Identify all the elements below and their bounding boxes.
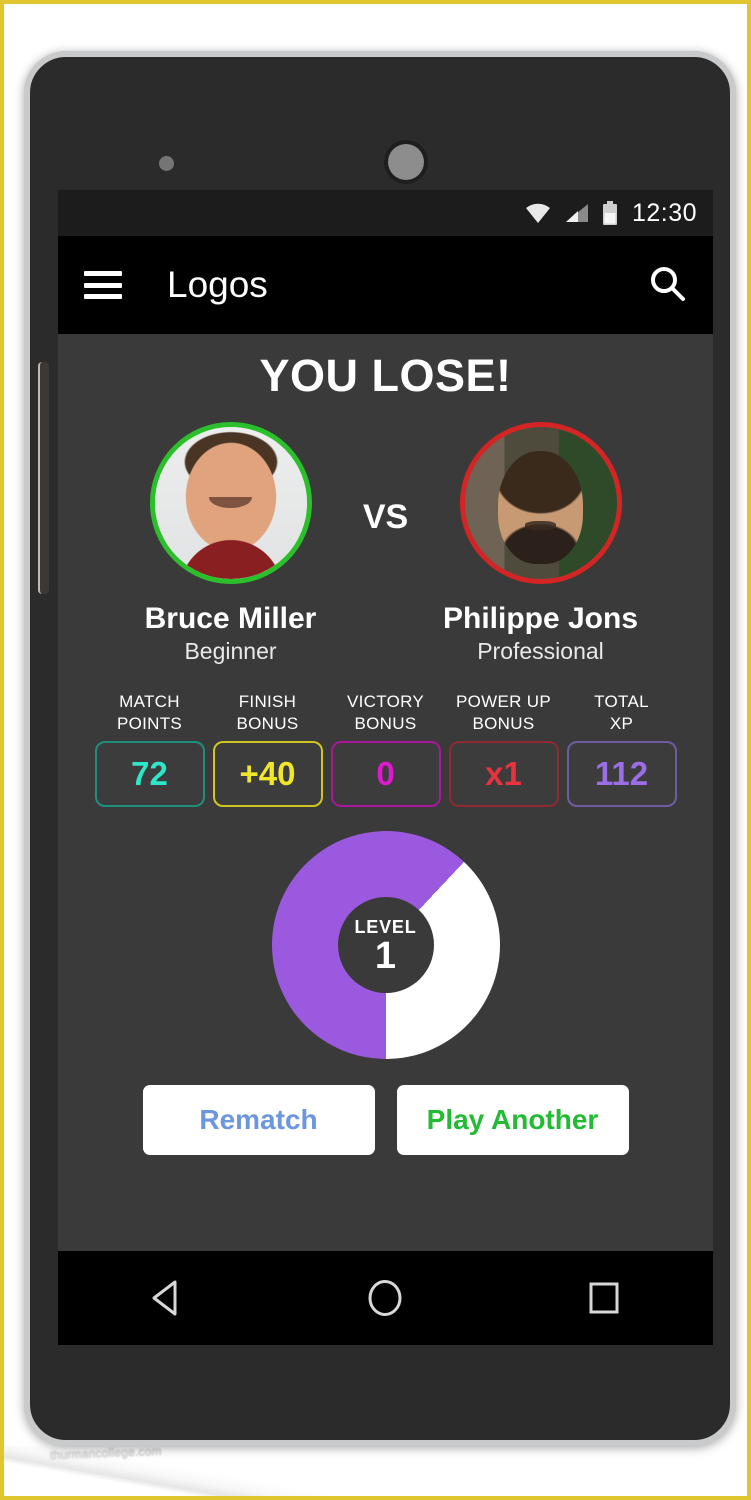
stat-value-box: 112 [566, 741, 677, 807]
level-value: 1 [374, 934, 397, 977]
page-root: thurmancollege.com 12:30 Logos YOU LOSE!… [0, 0, 751, 1500]
decorative-swoosh [4, 1446, 384, 1496]
avatar[interactable] [459, 422, 622, 584]
stat-victory-bonus: VICTORY BONUS 0 [330, 691, 441, 807]
stat-finish-bonus: FINISH BONUS +40 [212, 691, 323, 807]
play-another-button[interactable]: Play Another [396, 1085, 629, 1155]
player-rank: Beginner [184, 638, 277, 664]
player-rank: Professional [477, 638, 604, 664]
stat-total-xp: TOTAL XP 112 [566, 691, 677, 807]
player-card-left: Bruce Miller Beginner [106, 422, 356, 665]
wifi-icon [524, 202, 552, 224]
phone-screen: 12:30 Logos YOU LOSE! Bruce Miller Begin… [58, 190, 713, 1345]
home-icon[interactable] [325, 1276, 445, 1320]
status-bar: 12:30 [58, 190, 713, 236]
player-photo [154, 427, 307, 579]
stat-match-points: MATCH POINTS 72 [94, 691, 205, 807]
proximity-sensor-icon [159, 156, 174, 171]
stat-power-up-bonus: POWER UP BONUS x1 [448, 691, 559, 807]
battery-icon [602, 201, 618, 225]
stat-label: FINISH BONUS [236, 692, 299, 733]
stat-value-box: 72 [94, 741, 205, 807]
players-versus-row: Bruce Miller Beginner VS Philippe Jons P… [58, 422, 713, 665]
phone-device-frame: 12:30 Logos YOU LOSE! Bruce Miller Begin… [24, 51, 736, 1446]
player-name: Bruce Miller [144, 602, 317, 635]
stat-label: MATCH POINTS [116, 692, 183, 733]
result-headline: YOU LOSE! [259, 350, 512, 401]
signal-icon [564, 202, 590, 224]
front-camera-icon [388, 144, 424, 180]
stat-label: POWER UP BONUS [456, 692, 551, 733]
rematch-button[interactable]: Rematch [142, 1085, 375, 1155]
versus-label: VS [362, 498, 409, 536]
donut-chart: LEVEL 1 [271, 831, 500, 1059]
player-photo [464, 427, 617, 579]
player-card-right: Philippe Jons Professional [416, 422, 666, 665]
stat-value-box: +40 [212, 741, 323, 807]
donut-center: LEVEL 1 [337, 897, 434, 993]
result-content: YOU LOSE! Bruce Miller Beginner VS Phili… [58, 334, 713, 1251]
status-bar-clock: 12:30 [631, 198, 697, 227]
avatar[interactable] [149, 422, 312, 584]
hamburger-menu-icon[interactable] [84, 271, 122, 299]
stat-value-box: 0 [330, 741, 441, 807]
volume-rocker-button[interactable] [38, 362, 49, 594]
stat-value-box: x1 [448, 741, 559, 807]
player-name: Philippe Jons [442, 602, 639, 635]
stat-label: VICTORY BONUS [346, 692, 425, 733]
watermark-text: thurmancollege.com [49, 1443, 162, 1463]
stats-row: MATCH POINTS 72 FINISH BONUS +40 VICTORY BO… [58, 691, 713, 807]
recents-icon[interactable] [544, 1278, 664, 1318]
app-title: Logos [167, 264, 268, 305]
android-navigation-bar [58, 1251, 713, 1345]
stat-label: TOTAL XP [594, 692, 649, 733]
level-progress-chart: LEVEL 1 [58, 831, 713, 1059]
back-icon[interactable] [107, 1277, 227, 1319]
action-buttons-row: Rematch Play Another [58, 1085, 713, 1155]
search-icon[interactable] [647, 263, 687, 308]
app-bar: Logos [58, 236, 713, 334]
